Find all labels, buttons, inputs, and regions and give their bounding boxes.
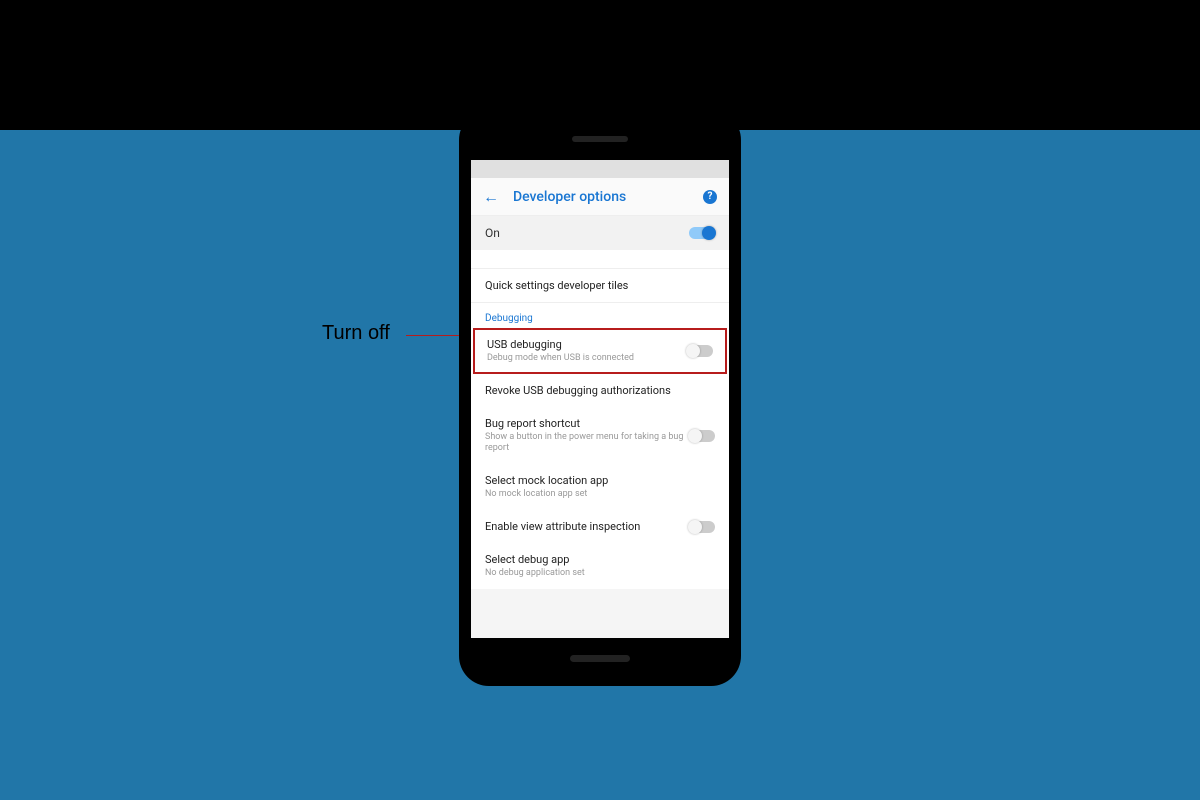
row-title: Revoke USB debugging authorizations bbox=[485, 384, 715, 397]
annotation-turn-off: Turn off bbox=[322, 322, 390, 345]
help-icon[interactable]: ? bbox=[703, 190, 717, 204]
settings-list: On Quick settings developer tiles Debugg… bbox=[471, 216, 729, 589]
row-select-mock-location[interactable]: Select mock location app No mock locatio… bbox=[471, 464, 729, 510]
master-toggle-row[interactable]: On bbox=[471, 216, 729, 250]
row-quick-settings-tiles[interactable]: Quick settings developer tiles bbox=[471, 269, 729, 302]
back-icon[interactable]: ← bbox=[483, 187, 499, 207]
phone-speaker-bottom bbox=[570, 655, 630, 662]
section-header-debugging: Debugging bbox=[471, 302, 729, 328]
row-title: Bug report shortcut bbox=[485, 417, 689, 430]
canvas: Turn off ← Developer options ? On Quick bbox=[0, 0, 1200, 800]
row-title: Select mock location app bbox=[485, 474, 715, 487]
usb-debugging-highlight: USB debugging Debug mode when USB is con… bbox=[473, 328, 727, 374]
row-select-debug-app[interactable]: Select debug app No debug application se… bbox=[471, 543, 729, 589]
master-toggle[interactable] bbox=[689, 227, 715, 239]
row-title: USB debugging bbox=[487, 338, 687, 351]
row-bug-report-shortcut[interactable]: Bug report shortcut Show a button in the… bbox=[471, 407, 729, 464]
row-title: Select debug app bbox=[485, 553, 715, 566]
row-title: Enable view attribute inspection bbox=[485, 520, 689, 533]
usb-debugging-toggle[interactable] bbox=[687, 345, 713, 357]
status-bar bbox=[471, 160, 729, 178]
phone-screen: ← Developer options ? On Quick settings … bbox=[471, 160, 729, 638]
row-enable-view-attr[interactable]: Enable view attribute inspection bbox=[471, 510, 729, 543]
row-subtitle: Show a button in the power menu for taki… bbox=[485, 432, 689, 454]
cutoff-row bbox=[471, 250, 729, 269]
phone-speaker-top bbox=[572, 136, 628, 142]
page-title: Developer options bbox=[513, 189, 703, 205]
row-title: Quick settings developer tiles bbox=[485, 279, 715, 292]
row-subtitle: Debug mode when USB is connected bbox=[487, 353, 687, 364]
master-toggle-label: On bbox=[485, 226, 689, 240]
row-usb-debugging[interactable]: USB debugging Debug mode when USB is con… bbox=[475, 330, 725, 372]
row-subtitle: No debug application set bbox=[485, 568, 715, 579]
view-attr-toggle[interactable] bbox=[689, 521, 715, 533]
row-subtitle: No mock location app set bbox=[485, 489, 715, 500]
row-revoke-usb-auth[interactable]: Revoke USB debugging authorizations bbox=[471, 374, 729, 407]
app-bar: ← Developer options ? bbox=[471, 178, 729, 216]
phone-frame: ← Developer options ? On Quick settings … bbox=[459, 110, 741, 686]
bug-report-toggle[interactable] bbox=[689, 430, 715, 442]
